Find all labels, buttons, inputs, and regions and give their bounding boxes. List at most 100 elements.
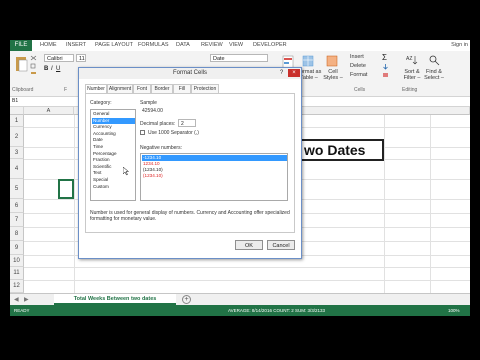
category-item[interactable]: Accounting	[92, 131, 135, 138]
negative-numbers-label: Negative numbers:	[140, 145, 182, 151]
tab-developer[interactable]: DEVELOPER	[253, 40, 287, 51]
zoom-level[interactable]: 100%	[448, 305, 460, 316]
ok-button[interactable]: OK	[235, 240, 263, 250]
sort-filter-icon[interactable]: AZ	[406, 54, 418, 68]
title-cell[interactable]: wo Dates	[296, 139, 384, 161]
category-item[interactable]: General	[92, 111, 135, 118]
gridline	[24, 267, 470, 268]
tab-fill[interactable]: Fill	[173, 84, 191, 93]
delete-cells-button[interactable]: Delete	[350, 63, 366, 69]
row-header-7[interactable]: 7	[10, 213, 24, 227]
row-header-9[interactable]: 9	[10, 241, 24, 255]
font-size-select[interactable]: 11	[76, 54, 86, 62]
mouse-cursor-icon	[122, 166, 130, 178]
tab-protection[interactable]: Protection	[191, 84, 219, 93]
category-item[interactable]: Percentage	[92, 151, 135, 158]
category-item-selected[interactable]: Number	[92, 117, 135, 125]
select-all-corner[interactable]	[10, 107, 24, 115]
bold-icon[interactable]: B	[44, 66, 48, 72]
add-sheet-icon[interactable]: +	[182, 295, 191, 304]
cells-group-label: Cells	[354, 87, 366, 93]
close-icon[interactable]: ×	[288, 69, 300, 77]
underline-icon[interactable]: U	[56, 66, 60, 72]
format-as-table-icon[interactable]	[302, 55, 314, 69]
category-item[interactable]: Custom	[92, 184, 135, 191]
tab-insert[interactable]: INSERT	[66, 40, 86, 51]
find-select-button[interactable]: Find & Select –	[424, 69, 444, 81]
format-cells-dialog: Format Cells ? × Number Alignment Font B…	[78, 67, 302, 259]
cancel-button[interactable]: Cancel	[267, 240, 295, 250]
status-ready: READY	[14, 308, 30, 313]
negative-numbers-list[interactable]: -1234.10 1234.10 (1234.10) (1234.10)	[140, 153, 288, 201]
row-header-5[interactable]: 5	[10, 179, 24, 199]
tab-home[interactable]: HOME	[40, 40, 57, 51]
use-1000-separator-checkbox[interactable]	[140, 130, 145, 135]
cell-styles-icon[interactable]	[326, 55, 338, 69]
fill-icon[interactable]	[382, 63, 389, 72]
clipboard-group-label: Clipboard	[12, 87, 34, 93]
sign-in-link[interactable]: Sign in	[451, 40, 468, 51]
row-header-8[interactable]: 8	[10, 227, 24, 241]
decimal-places-label: Decimal places:	[140, 121, 176, 127]
category-item[interactable]: Time	[92, 144, 135, 151]
tab-border[interactable]: Border	[151, 84, 173, 93]
tab-page-layout[interactable]: PAGE LAYOUT	[95, 40, 133, 51]
sample-value: 42594.00	[142, 108, 163, 114]
copy-icon[interactable]	[30, 63, 37, 71]
clear-icon[interactable]	[382, 72, 389, 80]
sheet-tab-active[interactable]: Total Weeks Between two dates	[54, 294, 176, 305]
category-item[interactable]: Fraction	[92, 157, 135, 164]
prev-sheet-icon[interactable]: ◀	[14, 296, 19, 303]
category-list[interactable]: General Number Currency Accounting Date …	[90, 109, 136, 201]
number-tab-panel: Category: General Number Currency Accoun…	[85, 93, 295, 233]
font-group-label: F	[64, 87, 68, 93]
italic-icon[interactable]: I	[51, 66, 53, 72]
font-name-select[interactable]: Calibri	[44, 54, 74, 62]
gridline	[384, 115, 385, 293]
negative-number-option[interactable]: (1234.10)	[142, 173, 287, 179]
gridline	[74, 115, 75, 293]
sample-label: Sample	[140, 100, 157, 106]
status-bar: READY AVERAGE: 8/14/2016 COUNT: 2 SUM: 3…	[10, 305, 470, 316]
autosum-icon[interactable]: Σ	[382, 53, 387, 62]
tab-formulas[interactable]: FORMULAS	[138, 40, 169, 51]
sort-filter-button[interactable]: Sort & Filter –	[402, 69, 422, 81]
category-item[interactable]: Currency	[92, 124, 135, 131]
tab-file[interactable]: FILE	[10, 40, 32, 51]
row-header-6[interactable]: 6	[10, 199, 24, 213]
name-box[interactable]: B1	[12, 98, 52, 105]
ribbon-tab-bar: FILE HOME INSERT PAGE LAYOUT FORMULAS DA…	[10, 40, 470, 51]
help-icon[interactable]: ?	[277, 69, 286, 77]
find-select-icon[interactable]	[428, 54, 440, 68]
active-cell-highlight	[58, 179, 74, 199]
row-header-10[interactable]: 10	[10, 255, 24, 267]
svg-text:AZ: AZ	[406, 56, 412, 62]
row-header-4[interactable]: 4	[10, 159, 24, 179]
next-sheet-icon[interactable]: ▶	[24, 296, 29, 303]
tab-data[interactable]: DATA	[176, 40, 190, 51]
gridline	[24, 280, 470, 281]
row-header-1[interactable]: 1	[10, 115, 24, 127]
paste-button[interactable]	[14, 55, 28, 75]
tab-font[interactable]: Font	[133, 84, 151, 93]
format-painter-icon[interactable]	[30, 71, 37, 79]
editing-group-label: Editing	[402, 87, 418, 93]
paste-icon	[16, 57, 28, 72]
insert-cells-button[interactable]: Insert	[350, 54, 364, 60]
tab-review[interactable]: REVIEW	[201, 40, 223, 51]
row-header-3[interactable]: 3	[10, 147, 24, 159]
format-cells-button[interactable]: Format	[350, 72, 367, 78]
tab-alignment[interactable]: Alignment	[107, 84, 133, 93]
category-item[interactable]: Date	[92, 137, 135, 144]
cell-styles-button[interactable]: Cell Styles –	[322, 69, 344, 81]
number-format-select[interactable]: Date	[210, 54, 268, 62]
decimal-places-input[interactable]: 2	[178, 119, 196, 127]
cut-icon[interactable]	[30, 55, 37, 63]
tab-view[interactable]: VIEW	[229, 40, 243, 51]
row-header-11[interactable]: 11	[10, 267, 24, 280]
row-header-2[interactable]: 2	[10, 127, 24, 147]
dialog-titlebar[interactable]: Format Cells	[79, 68, 301, 79]
column-header-a[interactable]: A	[24, 107, 74, 115]
row-header-12[interactable]: 12	[10, 280, 24, 293]
dialog-title: Format Cells	[172, 70, 207, 76]
